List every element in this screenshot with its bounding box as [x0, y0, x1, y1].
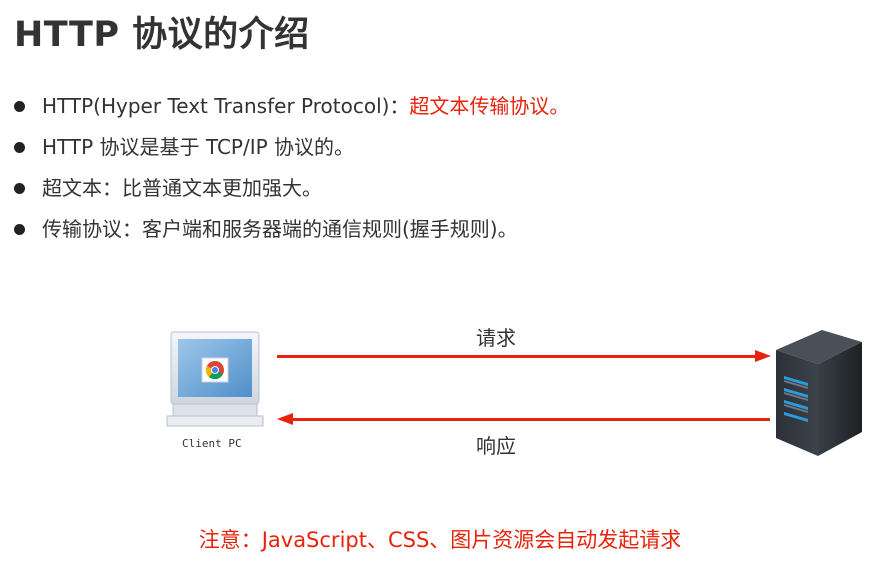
bullet-dot — [14, 142, 25, 153]
request-arrow — [277, 350, 771, 362]
note-text: 注意：JavaScript、CSS、图片资源会自动发起请求 — [198, 528, 682, 552]
bullet-list: HTTP(Hyper Text Transfer Protocol)：超文本传输… — [12, 86, 569, 250]
request-label: 请求 — [476, 326, 516, 350]
bullet-item: 超文本：比普通文本更加强大。 — [12, 168, 569, 209]
page-title: HTTP 协议的介绍 — [14, 15, 310, 55]
bullet-text: 传输协议：客户端和服务器端的通信规则(握手规则)。 — [42, 217, 518, 241]
bullet-highlight: 超文本传输协议。 — [409, 94, 570, 118]
client-pc-browser-icon — [166, 331, 264, 427]
response-arrow — [277, 413, 770, 425]
bullet-text: HTTP 协议是基于 TCP/IP 协议的。 — [42, 135, 355, 159]
bullet-item: 传输协议：客户端和服务器端的通信规则(握手规则)。 — [12, 209, 569, 250]
response-label: 响应 — [476, 434, 516, 458]
bullet-text: 超文本：比普通文本更加强大。 — [42, 176, 322, 200]
bullet-dot — [14, 101, 25, 112]
bullet-item: HTTP 协议是基于 TCP/IP 协议的。 — [12, 127, 569, 168]
bullet-text: HTTP(Hyper Text Transfer Protocol)： — [42, 94, 410, 118]
client-pc-label: Client PC — [182, 437, 242, 450]
server-tower-icon — [776, 330, 862, 456]
bullet-dot — [14, 224, 25, 235]
bullet-item: HTTP(Hyper Text Transfer Protocol)：超文本传输… — [12, 86, 569, 127]
bullet-dot — [14, 183, 25, 194]
